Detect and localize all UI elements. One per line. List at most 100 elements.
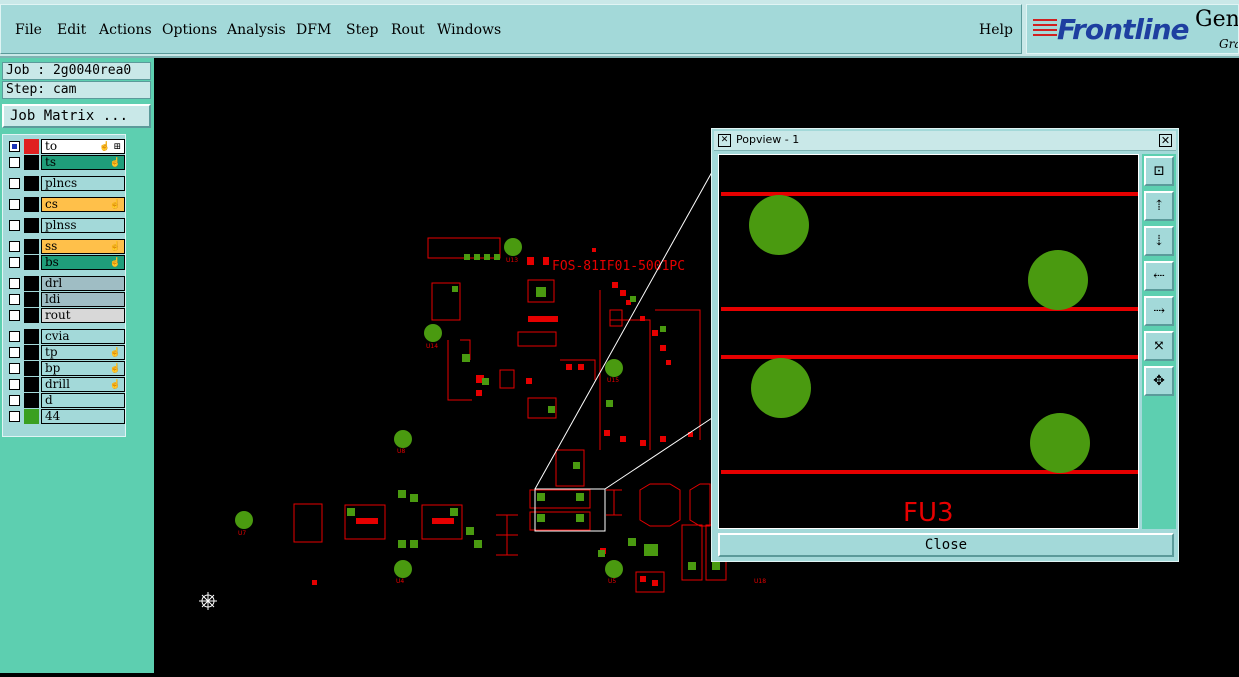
popview-titlebar[interactable]: ✕ Popview - 1 ✕ [714,131,1176,151]
component-label: FU3 [903,498,954,528]
menu-file[interactable]: File [15,22,42,38]
layer-checkbox[interactable] [9,178,20,189]
brand-product: Gen [1195,7,1239,32]
layer-checkbox[interactable] [9,157,20,168]
layer-name[interactable]: ts ☝ [41,155,125,170]
layer-checkbox[interactable] [9,220,20,231]
menu-help[interactable]: Help [979,22,1013,38]
menu-step[interactable]: Step [346,22,378,38]
zoom-guide-line [604,417,713,490]
layer-row-tp[interactable]: tp ☝ [6,345,125,360]
layer-name[interactable]: to ☝ ⊞ [41,139,125,154]
board-label: FOS-81IF01-5001PC [552,259,685,274]
pan-left-icon[interactable]: ⇠ [1144,261,1174,291]
pad [576,493,584,501]
layer-row-plncs[interactable]: plncs [6,176,125,191]
layer-row-rout[interactable]: rout [6,308,125,323]
layer-row-ss[interactable]: ss ☝ [6,239,125,254]
layer-checkbox[interactable] [9,395,20,406]
layer-checkbox[interactable] [9,294,20,305]
layer-checkbox[interactable] [9,278,20,289]
pad [398,540,406,548]
menu-actions[interactable]: Actions [99,22,152,38]
layer-name[interactable]: plnss [41,218,125,233]
close-icon[interactable]: ✕ [1159,134,1172,147]
layer-list: to ☝ ⊞ ts ☝ plncs cs ☝ plnss ss ☝ bs ☝ drl ldi rout cvi… [2,134,126,437]
layer-name[interactable]: ss ☝ [41,239,125,254]
layer-row-d[interactable]: d [6,393,125,408]
layer-name[interactable]: drl [41,276,125,291]
layer-row-cvia[interactable]: cvia [6,329,125,344]
layer-checkbox[interactable] [9,379,20,390]
pad [652,580,658,586]
pan-up-icon[interactable]: ⇡ [1144,191,1174,221]
pan-down-icon[interactable]: ⇣ [1144,226,1174,256]
pad [660,345,666,351]
menu-windows[interactable]: Windows [437,22,501,38]
job-matrix-button[interactable]: Job Matrix ... [2,104,151,128]
layer-row-bp[interactable]: bp ☝ [6,361,125,376]
layer-name[interactable]: cvia [41,329,125,344]
layer-checkbox[interactable] [9,241,20,252]
layer-row-to[interactable]: to ☝ ⊞ [6,139,125,154]
layer-color-swatch [24,345,39,360]
menu-bar: File Edit Actions Options Analysis DFM S… [0,0,1239,58]
pad [528,316,558,322]
pan-right-icon[interactable]: ⇢ [1144,296,1174,326]
layer-name[interactable]: drill ☝ [41,377,125,392]
layer-name[interactable]: rout [41,308,125,323]
layer-row-plnss[interactable]: plnss [6,218,125,233]
layer-row-drl[interactable]: drl [6,276,125,291]
pad [749,195,809,255]
pad [598,550,605,557]
pad [537,514,545,522]
pad [640,576,646,582]
pad [578,364,584,370]
popview-canvas[interactable]: FU3 [718,154,1139,529]
close-button[interactable]: Close [718,533,1174,557]
layer-row-drill[interactable]: drill ☝ [6,377,125,392]
layer-row-cs[interactable]: cs ☝ [6,197,125,212]
layer-checkbox[interactable] [9,347,20,358]
via-pad [394,560,412,578]
layer-checkbox[interactable] [9,257,20,268]
layer-row-44[interactable]: 44 [6,409,125,424]
layer-checkbox[interactable] [9,310,20,321]
pad [432,518,454,524]
layer-name[interactable]: plncs [41,176,125,191]
layer-checkbox[interactable] [9,363,20,374]
zoom-in-icon[interactable]: ⤧ [1144,331,1174,361]
pad [660,326,666,332]
pad [652,330,658,336]
layer-name[interactable]: ldi [41,292,125,307]
layer-row-bs[interactable]: bs ☝ [6,255,125,270]
layer-sidebar: Job : 2g0040rea0 Step: cam Job Matrix ..… [0,58,154,673]
window-menu-icon[interactable]: ✕ [718,134,731,147]
pad [464,254,470,260]
pad [612,282,618,288]
zoom-out-icon[interactable]: ✥ [1144,366,1174,396]
menu-dfm[interactable]: DFM [296,22,331,38]
layer-checkbox[interactable] [9,411,20,422]
layer-checkbox[interactable] [9,141,20,152]
layer-name[interactable]: d [41,393,125,408]
zoom-window-icon[interactable]: ⊡ [1144,156,1174,186]
layer-row-ts[interactable]: ts ☝ [6,155,125,170]
layer-name[interactable]: bs ☝ [41,255,125,270]
layer-row-ldi[interactable]: ldi [6,292,125,307]
pad [476,390,482,396]
layer-checkbox[interactable] [9,331,20,342]
layer-affected-icon: ☝ [109,348,121,358]
popview-window: ✕ Popview - 1 ✕ FU3 ⊡ ⇡ ⇣ ⇠ ⇢ ⤧ ✥ Close [711,128,1179,562]
layer-checkbox[interactable] [9,199,20,210]
layer-name[interactable]: 44 [41,409,125,424]
pad [537,493,545,501]
menu-analysis[interactable]: Analysis [227,22,286,38]
layer-name[interactable]: tp ☝ [41,345,125,360]
menu-options[interactable]: Options [162,22,217,38]
layer-name[interactable]: bp ☝ [41,361,125,376]
pad [474,540,482,548]
menu-edit[interactable]: Edit [57,22,86,38]
layer-name[interactable]: cs ☝ [41,197,125,212]
menu-rout[interactable]: Rout [391,22,425,38]
